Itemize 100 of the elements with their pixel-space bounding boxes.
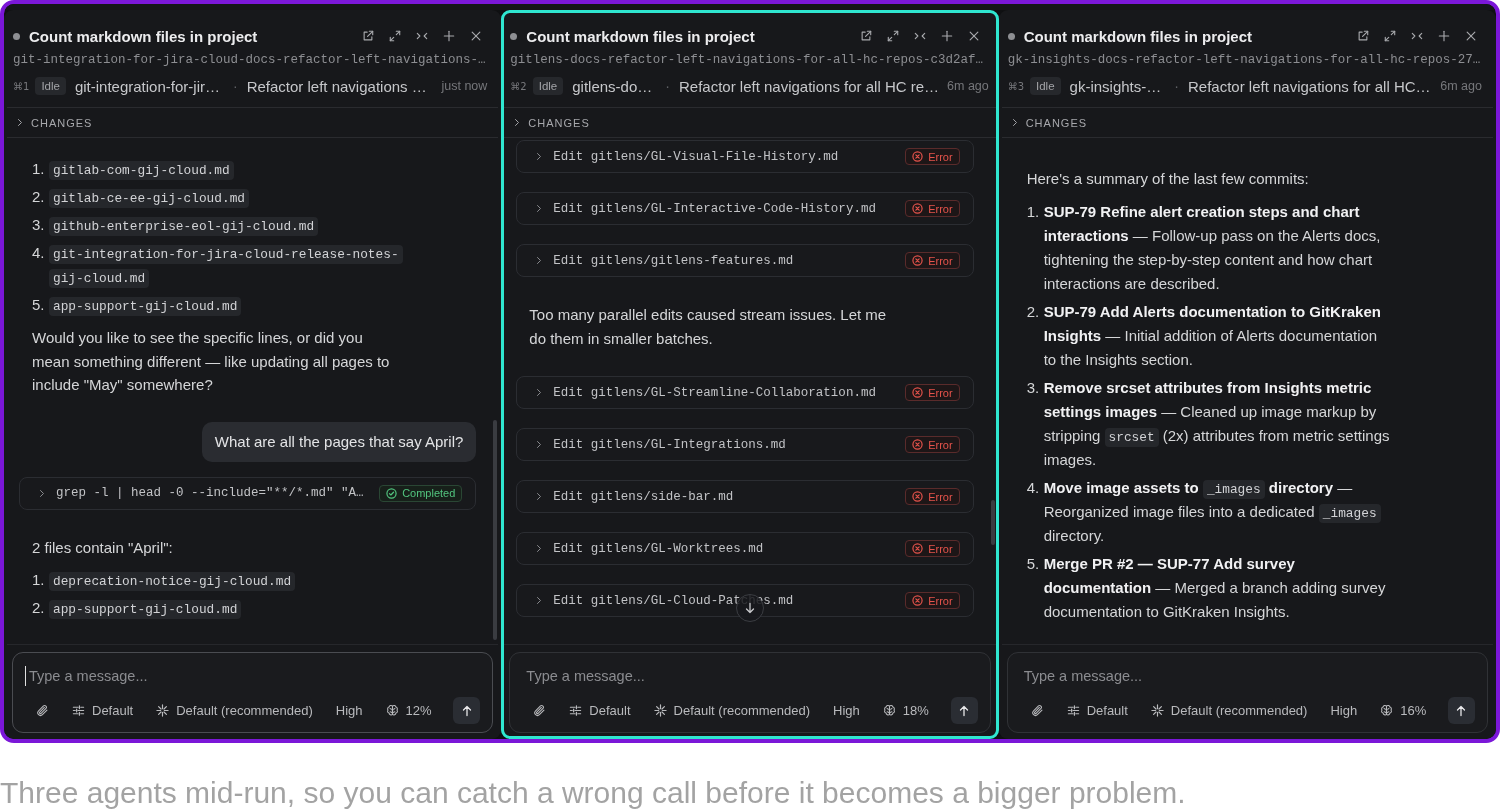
paperclip-icon bbox=[1030, 704, 1044, 717]
x-circle-icon bbox=[912, 491, 924, 502]
send-button[interactable] bbox=[1448, 697, 1475, 724]
tool-call-row[interactable]: Edit gitlens/GL-Interactive-Code-History.md Error bbox=[516, 192, 974, 225]
file-name: gitlab-ce-ee-gij-cloud.md bbox=[49, 185, 399, 209]
x-circle-icon bbox=[912, 151, 924, 162]
mode-button[interactable]: Default bbox=[68, 698, 138, 723]
status-text: Error bbox=[928, 386, 953, 399]
plus-icon bbox=[1438, 30, 1450, 42]
timestamp: just now bbox=[440, 79, 488, 93]
message-input[interactable]: Type a message... Default Default (recommended) High 18% bbox=[509, 652, 991, 733]
brain-icon bbox=[385, 704, 399, 717]
separator: · bbox=[1174, 78, 1179, 94]
sliders-icon bbox=[72, 704, 85, 717]
task-title: Count markdown files in project bbox=[29, 27, 258, 45]
list-item-text: Remove srcset attributes from Insights metric settings images — Cleaned up image markup by stripping srcset (2x) attributes from metric settings images. bbox=[1043, 377, 1391, 470]
message-text: Here's a summary of the last few commits: bbox=[1026, 169, 1310, 189]
branch-name: git-integration-for-jira-cloud-docs-refactor-left-navigations-… bbox=[13, 52, 487, 69]
tool-call-row[interactable]: Edit gitlens/GL-Integrations.md Error bbox=[516, 428, 974, 461]
file-name: gitlab-com-gij-cloud.md bbox=[49, 157, 399, 181]
list-number: 3. bbox=[1026, 377, 1041, 398]
model-button[interactable]: Default (recommended) bbox=[649, 698, 815, 723]
command-text: grep -l | head -0 --include="**/*.md" "A… bbox=[56, 486, 364, 500]
tool-call-row[interactable]: Edit gitlens/GL-Visual-File-History.md Error bbox=[516, 140, 974, 173]
brain-icon bbox=[1380, 704, 1394, 717]
task-name: Refactor left navigations for all HC re… bbox=[678, 77, 940, 95]
status-text: Error bbox=[928, 542, 953, 555]
list-number: 3. bbox=[32, 215, 46, 235]
list-number: 5. bbox=[32, 295, 46, 315]
sliders-icon bbox=[1066, 704, 1080, 717]
sliders-icon bbox=[569, 704, 583, 717]
tool-call-row[interactable]: grep -l | head -0 --include="**/*.md" "A… Completed bbox=[19, 476, 477, 510]
tool-call-row[interactable]: Edit gitlens/side-bar.md Error bbox=[516, 480, 974, 513]
command-text: Edit gitlens/GL-Interactive-Code-History.md bbox=[553, 201, 876, 216]
plus-icon bbox=[940, 30, 953, 42]
status-text: Error bbox=[928, 202, 953, 215]
separator: · bbox=[232, 78, 238, 94]
message-input[interactable]: Type a message... Default Default (recommended) High 12% bbox=[12, 652, 494, 733]
tool-call-row[interactable]: Edit gitlens/GL-Streamline-Collaboration.md Error bbox=[516, 376, 974, 409]
x-circle-icon bbox=[912, 439, 924, 450]
task-title: Count markdown files in project bbox=[1023, 27, 1252, 45]
shortcut-label: ⌘2 bbox=[510, 80, 527, 92]
context-button[interactable]: 18% bbox=[878, 698, 933, 723]
external-link-icon bbox=[362, 30, 375, 42]
mode-button[interactable]: Default bbox=[565, 698, 635, 723]
check-circle-icon bbox=[386, 487, 398, 499]
status-dot bbox=[510, 32, 518, 40]
send-button[interactable] bbox=[950, 697, 978, 724]
x-circle-icon bbox=[912, 255, 924, 266]
expand-icon bbox=[389, 30, 402, 42]
list-number: 1. bbox=[1026, 201, 1041, 222]
file-name: app-support-gij-cloud.md bbox=[49, 596, 399, 620]
context-button[interactable]: 12% bbox=[381, 698, 436, 723]
effort-button[interactable]: High bbox=[829, 698, 864, 723]
scrollbar-thumb[interactable] bbox=[990, 500, 995, 545]
plus-icon bbox=[443, 30, 456, 42]
message-text: Would you like to see the specific lines, or did you mean something different — like updating all pages to include "May" somewhere? bbox=[32, 328, 391, 395]
tool-call-row[interactable]: Edit gitlens/gitlens-features.md Error bbox=[516, 244, 974, 277]
list-item-text: SUP-79 Add Alerts documentation to GitKraken Insights — Initial addition of Alerts documentation to the Insights section. bbox=[1043, 301, 1382, 370]
model-button[interactable]: Default (recommended) bbox=[1146, 698, 1312, 723]
collapse-icon bbox=[416, 30, 429, 42]
changes-toggle[interactable]: CHANGES bbox=[504, 108, 996, 138]
list-number: 1. bbox=[32, 570, 46, 590]
sparkle-icon bbox=[653, 704, 667, 717]
branch-short-name: git-integration-for-jir… bbox=[74, 77, 220, 95]
close-icon bbox=[1465, 30, 1477, 42]
branch-name: gitlens-docs-refactor-left-navigations-for-all-hc-repos-c3d2af… bbox=[510, 52, 984, 69]
changes-toggle[interactable]: CHANGES bbox=[7, 108, 499, 138]
tool-call-row[interactable]: Edit gitlens/GL-Worktrees.md Error bbox=[516, 532, 974, 565]
arrow-up-icon bbox=[1455, 704, 1468, 717]
effort-button[interactable]: High bbox=[1326, 698, 1362, 723]
branch-short-name: gk-insights-… bbox=[1069, 77, 1162, 95]
command-text: Edit gitlens/side-bar.md bbox=[553, 489, 734, 504]
x-circle-icon bbox=[912, 543, 924, 554]
paperclip-icon bbox=[533, 704, 547, 717]
list-number: 5. bbox=[1026, 553, 1041, 574]
message-input[interactable]: Type a message... Default Default (recommended) High 16% bbox=[1006, 652, 1488, 733]
mode-button[interactable]: Default bbox=[1062, 698, 1132, 723]
status-text: Completed bbox=[402, 487, 456, 499]
effort-button[interactable]: High bbox=[331, 698, 367, 723]
command-text: Edit gitlens/GL-Streamline-Collaboration.md bbox=[553, 385, 876, 400]
context-button[interactable]: 16% bbox=[1376, 698, 1431, 723]
scrollbar-thumb[interactable] bbox=[493, 420, 498, 640]
x-circle-icon bbox=[912, 203, 924, 214]
text-cursor bbox=[25, 666, 26, 686]
list-item-text: Merge PR #2 — SUP-77 Add survey documentation — Merged a branch adding survey documentation to GitKraken Insights. bbox=[1043, 553, 1387, 622]
separator: · bbox=[665, 78, 670, 94]
task-title: Count markdown files in project bbox=[526, 27, 755, 45]
arrow-up-icon bbox=[958, 704, 971, 717]
command-text: Edit gitlens/GL-Visual-File-History.md bbox=[553, 149, 839, 164]
paperclip-icon bbox=[36, 704, 49, 717]
collapse-icon bbox=[913, 30, 926, 42]
model-button[interactable]: Default (recommended) bbox=[152, 698, 317, 723]
status-text: Error bbox=[928, 490, 953, 503]
message-text: 2 files contain "April": bbox=[32, 537, 174, 558]
status-badge: Idle bbox=[532, 77, 564, 95]
changes-toggle[interactable]: CHANGES bbox=[1001, 108, 1493, 138]
collapse-icon bbox=[1411, 30, 1423, 42]
file-name: app-support-gij-cloud.md bbox=[49, 293, 399, 317]
send-button[interactable] bbox=[453, 697, 481, 724]
